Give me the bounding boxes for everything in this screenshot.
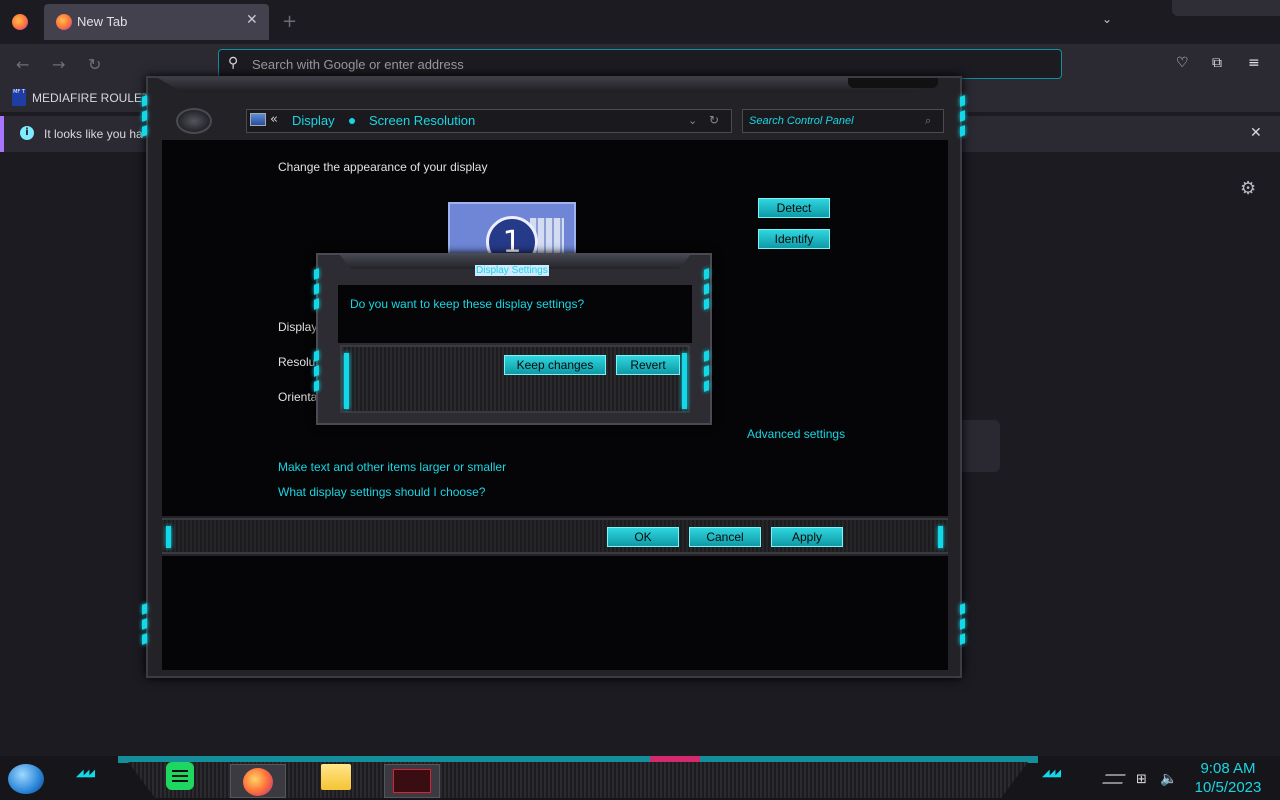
browser-tab-bar: New Tab ✕ + ⌄: [0, 0, 1280, 44]
breadcrumb-overflow[interactable]: «: [270, 112, 278, 127]
close-tab-icon[interactable]: ✕: [246, 12, 258, 28]
dialog-lights-left-lower: [314, 350, 320, 396]
reload-icon[interactable]: ↻: [88, 55, 101, 74]
dialog-lights-right-lower: [704, 350, 710, 396]
spotify-bar-1: [172, 770, 188, 772]
network-icon[interactable]: ⊞: [1136, 772, 1147, 787]
mediafire-icon: MF T: [12, 89, 26, 106]
cancel-button[interactable]: Cancel: [689, 527, 761, 547]
dialog-question: Do you want to keep these display settin…: [350, 297, 585, 311]
footer-light-left: [166, 526, 171, 548]
volume-icon[interactable]: 🔈: [1160, 771, 1177, 787]
back-icon[interactable]: ←: [16, 55, 29, 74]
frame-lights-left-bottom: [142, 603, 148, 649]
display-help-link[interactable]: What display settings should I choose?: [278, 485, 485, 499]
clock-date[interactable]: 10/5/2023: [1186, 779, 1270, 796]
menu-icon[interactable]: ≡: [1248, 55, 1260, 71]
tab-title: New Tab: [77, 14, 128, 29]
chevron-down-icon[interactable]: ⌄: [688, 114, 697, 127]
dialog-footer-light-left: [344, 353, 349, 409]
windows-orb-logo: [176, 108, 212, 134]
clock-time[interactable]: 9:08 AM: [1190, 760, 1266, 777]
info-icon: i: [20, 126, 34, 140]
revert-button[interactable]: Revert: [616, 355, 680, 375]
address-placeholder: Search with Google or enter address: [252, 57, 464, 72]
notice-accent: [0, 116, 4, 152]
keep-changes-button[interactable]: Keep changes: [504, 355, 606, 375]
control-panel-icon: [250, 113, 266, 126]
search-icon[interactable]: ⌕: [925, 114, 931, 128]
pocket-icon[interactable]: ♡: [1176, 55, 1189, 71]
footer-light-right: [938, 526, 943, 548]
window-footer: OK Cancel Apply: [162, 518, 948, 554]
ok-button[interactable]: OK: [607, 527, 679, 547]
spotify-bar-2: [172, 775, 188, 777]
dialog-footer: Keep changes Revert: [340, 345, 690, 413]
detect-button[interactable]: Detect: [758, 198, 830, 218]
taskbar-media-app[interactable]: [384, 764, 440, 798]
advanced-settings-link[interactable]: Advanced settings: [747, 427, 845, 441]
new-tab-button[interactable]: +: [282, 11, 297, 32]
spotify-icon[interactable]: [166, 762, 194, 790]
search-input[interactable]: Search Control Panel ⌕: [742, 109, 944, 133]
display-label: Display:: [278, 320, 321, 334]
apply-button[interactable]: Apply: [771, 527, 843, 547]
spotify-bar-3: [172, 780, 188, 782]
firefox-view-icon[interactable]: [12, 14, 28, 30]
search-icon: ⚲: [228, 55, 239, 71]
taskbar-deco-left: ◢◢◢: [76, 768, 95, 779]
dialog-title: Display Settings: [475, 265, 549, 276]
identify-button[interactable]: Identify: [758, 229, 830, 249]
address-bar[interactable]: ⚲ Search with Google or enter address: [218, 49, 1062, 79]
breadcrumb-display[interactable]: Display: [292, 113, 335, 128]
frame-lights-right-bottom: [960, 603, 966, 649]
window-frame-top: [158, 78, 938, 92]
taskbar: ◢◢◢ ◢◢◢ ⊞ 🔈 9:08 AM 10/5/2023: [0, 756, 1280, 800]
taskbar-accent-pink: [650, 756, 700, 762]
search-placeholder: Search Control Panel: [749, 115, 854, 127]
breadcrumb[interactable]: « Display Screen Resolution ⌄ ↻: [246, 109, 732, 133]
bookmark-mediafire[interactable]: MEDIAFIRE ROULET: [32, 91, 149, 105]
firefox-icon: [56, 14, 72, 30]
dialog-body: Do you want to keep these display settin…: [338, 285, 692, 343]
close-notice-icon[interactable]: ✕: [1250, 125, 1262, 141]
dialog-footer-light-right: [682, 353, 687, 409]
window-frame-notch: [848, 78, 938, 88]
forward-icon[interactable]: →: [52, 55, 65, 74]
page-title: Change the appearance of your display: [278, 160, 488, 174]
taskbar-accent-strip: [118, 756, 1038, 763]
frame-lights-right-top: [960, 95, 966, 141]
file-explorer-icon[interactable]: [321, 764, 351, 790]
taskbar-deco-right: ◢◢◢: [1042, 768, 1061, 779]
frame-lights-left-top: [142, 95, 148, 141]
monitor-preview[interactable]: 1: [448, 202, 576, 258]
notice-text: It looks like you ha: [44, 127, 143, 141]
text-size-link[interactable]: Make text and other items larger or smal…: [278, 460, 506, 474]
gear-icon[interactable]: ⚙: [1240, 178, 1256, 199]
breadcrumb-screen-resolution[interactable]: Screen Resolution: [369, 113, 475, 128]
firefox-icon: [243, 768, 273, 796]
keep-settings-dialog: Display Settings Do you want to keep the…: [314, 253, 712, 425]
taskbar-firefox[interactable]: [230, 764, 286, 798]
action-center-icon[interactable]: [1102, 774, 1126, 784]
window-controls-area: [1172, 0, 1280, 16]
dialog-lights-left: [314, 268, 320, 314]
start-button[interactable]: [8, 764, 44, 794]
breadcrumb-separator-icon[interactable]: [349, 118, 355, 124]
window-empty-area: [162, 556, 948, 670]
extensions-icon[interactable]: ⧉: [1212, 55, 1222, 71]
dialog-lights-right: [704, 268, 710, 314]
tab-new-tab[interactable]: New Tab ✕: [44, 4, 269, 40]
refresh-icon[interactable]: ↻: [709, 113, 719, 127]
media-app-icon: [393, 769, 431, 793]
list-all-tabs-icon[interactable]: ⌄: [1102, 12, 1112, 26]
